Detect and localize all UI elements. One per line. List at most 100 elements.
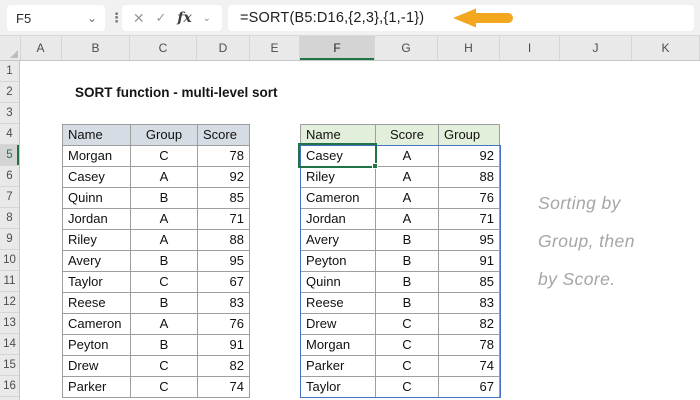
- table-cell[interactable]: 78: [198, 146, 250, 167]
- table-cell[interactable]: Peyton: [63, 335, 131, 356]
- row-header-7[interactable]: 7: [0, 187, 19, 208]
- table-cell[interactable]: A: [131, 314, 198, 335]
- row-header-11[interactable]: 11: [0, 271, 19, 292]
- table-cell[interactable]: Riley: [301, 167, 376, 188]
- column-header-G[interactable]: G: [375, 36, 438, 60]
- table-cell[interactable]: C: [131, 377, 198, 398]
- name-box[interactable]: F5 ⌄: [7, 5, 105, 31]
- table-cell[interactable]: B: [376, 272, 439, 293]
- table-cell[interactable]: 88: [198, 230, 250, 251]
- row-header-14[interactable]: 14: [0, 334, 19, 355]
- table-cell[interactable]: Drew: [301, 314, 376, 335]
- table-cell[interactable]: 76: [439, 188, 500, 209]
- table-cell[interactable]: A: [376, 188, 439, 209]
- column-header-F[interactable]: F: [300, 36, 375, 60]
- table-cell[interactable]: 83: [198, 293, 250, 314]
- table-cell[interactable]: A: [376, 209, 439, 230]
- table-cell[interactable]: C: [376, 314, 439, 335]
- table-cell[interactable]: A: [131, 167, 198, 188]
- table-cell[interactable]: A: [131, 209, 198, 230]
- row-header-8[interactable]: 8: [0, 208, 19, 229]
- row-header-12[interactable]: 12: [0, 292, 19, 313]
- table-cell[interactable]: Peyton: [301, 251, 376, 272]
- row-header-15[interactable]: 15: [0, 355, 19, 376]
- table-cell[interactable]: C: [376, 356, 439, 377]
- table-cell[interactable]: B: [131, 335, 198, 356]
- table-cell[interactable]: Cameron: [301, 188, 376, 209]
- row-header-2[interactable]: 2: [0, 82, 19, 103]
- table-cell[interactable]: Quinn: [301, 272, 376, 293]
- table-cell[interactable]: 85: [439, 272, 500, 293]
- table-cell[interactable]: Drew: [63, 356, 131, 377]
- column-header-H[interactable]: H: [438, 36, 500, 60]
- table-cell[interactable]: 91: [198, 335, 250, 356]
- table-cell[interactable]: B: [131, 251, 198, 272]
- table-cell[interactable]: C: [376, 377, 439, 398]
- table-cell[interactable]: 67: [198, 272, 250, 293]
- table-cell[interactable]: Taylor: [63, 272, 131, 293]
- column-header-B[interactable]: B: [62, 36, 130, 60]
- table-header-cell[interactable]: Score: [198, 125, 250, 146]
- row-header-13[interactable]: 13: [0, 313, 19, 334]
- table-cell[interactable]: B: [131, 293, 198, 314]
- table-header-cell[interactable]: Group: [439, 125, 500, 146]
- table-header-cell[interactable]: Group: [131, 125, 198, 146]
- row-header-5[interactable]: 5: [0, 145, 19, 166]
- row-header-1[interactable]: 1: [0, 61, 19, 82]
- table-cell[interactable]: Casey: [301, 146, 376, 167]
- chevron-down-icon[interactable]: ⌄: [87, 12, 105, 24]
- table-cell[interactable]: Jordan: [63, 209, 131, 230]
- table-cell[interactable]: 76: [198, 314, 250, 335]
- table-cell[interactable]: 95: [198, 251, 250, 272]
- cancel-icon[interactable]: ✕: [133, 10, 145, 27]
- table-cell[interactable]: C: [131, 272, 198, 293]
- table-cell[interactable]: Avery: [301, 230, 376, 251]
- table-cell[interactable]: 71: [198, 209, 250, 230]
- table-cell[interactable]: 67: [439, 377, 500, 398]
- row-header-6[interactable]: 6: [0, 166, 19, 187]
- table-cell[interactable]: B: [376, 251, 439, 272]
- table-cell[interactable]: Reese: [63, 293, 131, 314]
- table-cell[interactable]: Jordan: [301, 209, 376, 230]
- row-header-16[interactable]: 16: [0, 376, 19, 397]
- table-cell[interactable]: A: [376, 146, 439, 167]
- table-cell[interactable]: 91: [439, 251, 500, 272]
- chevron-down-icon[interactable]: ⌄: [203, 13, 211, 24]
- table-cell[interactable]: C: [376, 335, 439, 356]
- table-cell[interactable]: A: [376, 167, 439, 188]
- insert-function-icon[interactable]: fx: [177, 10, 191, 26]
- column-header-E[interactable]: E: [250, 36, 300, 60]
- table-cell[interactable]: Quinn: [63, 188, 131, 209]
- table-cell[interactable]: Riley: [63, 230, 131, 251]
- column-header-I[interactable]: I: [500, 36, 560, 60]
- table-cell[interactable]: A: [131, 230, 198, 251]
- table-cell[interactable]: Parker: [63, 377, 131, 398]
- row-header-3[interactable]: 3: [0, 103, 19, 124]
- table-cell[interactable]: C: [131, 356, 198, 377]
- row-header-4[interactable]: 4: [0, 124, 19, 145]
- table-cell[interactable]: Reese: [301, 293, 376, 314]
- table-cell[interactable]: 74: [439, 356, 500, 377]
- table-header-cell[interactable]: Score: [376, 125, 439, 146]
- column-header-D[interactable]: D: [197, 36, 250, 60]
- table-cell[interactable]: 78: [439, 335, 500, 356]
- row-header-10[interactable]: 10: [0, 250, 19, 271]
- table-cell[interactable]: 82: [198, 356, 250, 377]
- worksheet-title[interactable]: SORT function - multi-level sort: [75, 82, 278, 103]
- table-cell[interactable]: Parker: [301, 356, 376, 377]
- table-cell[interactable]: 85: [198, 188, 250, 209]
- table-cell[interactable]: B: [376, 293, 439, 314]
- table-cell[interactable]: Cameron: [63, 314, 131, 335]
- column-header-J[interactable]: J: [560, 36, 632, 60]
- table-cell[interactable]: 74: [198, 377, 250, 398]
- table-cell[interactable]: 82: [439, 314, 500, 335]
- table-cell[interactable]: 95: [439, 230, 500, 251]
- table-cell[interactable]: 92: [439, 146, 500, 167]
- table-cell[interactable]: 92: [198, 167, 250, 188]
- row-header-9[interactable]: 9: [0, 229, 19, 250]
- table-cell[interactable]: B: [376, 230, 439, 251]
- table-header-cell[interactable]: Name: [301, 125, 376, 146]
- table-cell[interactable]: Taylor: [301, 377, 376, 398]
- table-cell[interactable]: B: [131, 188, 198, 209]
- column-header-A[interactable]: A: [20, 36, 62, 60]
